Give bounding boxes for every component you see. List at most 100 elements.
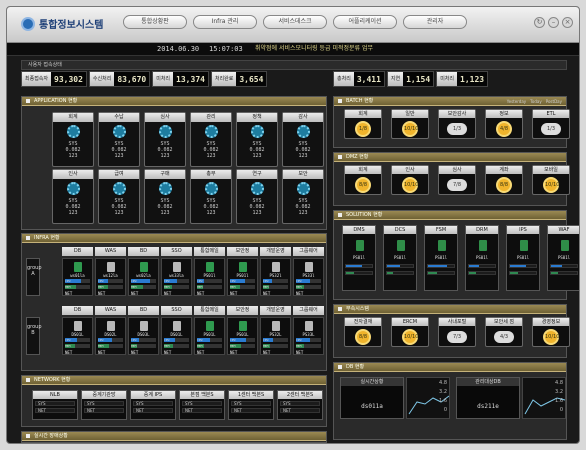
network-tile[interactable]: 중계기관망 SYS NET (81, 390, 127, 420)
batch-tile[interactable]: ETL 1/3 (532, 109, 570, 139)
server-net-label: NET (263, 291, 271, 296)
server-tile[interactable]: ws02la CPU MEM NET (128, 258, 159, 296)
top-bar: 통합정보시스템 통합상황판 Infra 관리 서비스데스크 어플리케이션 관리자 ↻ –… (7, 7, 579, 43)
app-card[interactable]: 급여 SYS 0.082 123 (98, 169, 140, 224)
server-icon (272, 321, 280, 331)
server-tile[interactable]: DS01L CPU MEM NET (62, 317, 93, 355)
relay-tile[interactable]: ERCM 10/10 (391, 317, 429, 347)
server-mem-bar: MEM (65, 285, 90, 289)
dmz-name: 계좌 (486, 166, 522, 174)
batch-tile[interactable]: 회계 1/8 (344, 109, 382, 139)
app-metrics: SYS 0.082 123 (283, 198, 323, 216)
server-tile[interactable]: ws01la CPU MEM NET (62, 258, 93, 296)
solution-tile[interactable]: WAF PS01l (547, 225, 579, 291)
solution-tile[interactable]: DRM PS01l (465, 225, 499, 291)
network-tile[interactable]: NLB SYS NET (32, 390, 78, 420)
network-tile[interactable]: 중계 IPS SYS NET (130, 390, 176, 420)
dmz-title: DMZ 현황 (334, 153, 566, 162)
server-tile[interactable]: DS01L CPU MEM NET (161, 317, 192, 355)
relay-tile[interactable]: 사내포털 7/3 (438, 317, 476, 347)
relay-tile[interactable]: 보안세 점 4/3 (485, 317, 523, 347)
network-tile[interactable]: 1센터 백본S SYS NET (228, 390, 274, 420)
server-name: DS01L (170, 332, 183, 337)
nav-tab[interactable]: 서비스데스크 (263, 15, 327, 29)
batch-tile[interactable]: 정보 4/8 (485, 109, 523, 139)
batch-tile[interactable]: 일반 10/10 (391, 109, 429, 139)
server-tile[interactable]: PS01l CPU MEM NET (194, 258, 225, 296)
server-net-label: NET (263, 350, 271, 355)
nav-tab[interactable]: 통합상황판 (123, 15, 187, 29)
db-left-tick: 1.6 (439, 398, 447, 404)
app-card[interactable]: 심사 SYS 0.082 123 (144, 112, 186, 167)
solution-device: PS01l (434, 255, 448, 260)
solution-cpu-fill (510, 265, 527, 267)
app-card[interactable]: 인사 SYS 0.082 123 (52, 169, 94, 224)
relay-tile[interactable]: 경영정보 10/10 (532, 317, 570, 347)
kpi-cell: 미처리 1,123 (436, 71, 489, 87)
solution-tile[interactable]: DMS PS01l (342, 225, 376, 291)
server-mem-bar: MEM (296, 344, 321, 348)
solution-tile[interactable]: IPS PS01l (506, 225, 540, 291)
dmz-tile[interactable]: 계좌 8/8 (485, 165, 523, 195)
app-card[interactable]: 관리 SYS 0.082 123 (190, 112, 232, 167)
app-metric: 123 (68, 153, 78, 159)
gear-icon (159, 182, 172, 195)
app-card[interactable]: 총무 SYS 0.082 123 (190, 169, 232, 224)
app-card[interactable]: 감사 SYS 0.082 123 (282, 112, 324, 167)
server-tile[interactable]: PS33L CPU MEM NET (293, 317, 324, 355)
app-card[interactable]: 구매 SYS 0.082 123 (144, 169, 186, 224)
ticker-date: 2014.06.30 (157, 45, 200, 53)
server-tile[interactable]: DS02L CPU MEM NET (95, 317, 126, 355)
server-tile[interactable]: ws12la CPU MEM NET (95, 258, 126, 296)
server-bar-label: CPU (197, 279, 203, 283)
dmz-tile[interactable]: 회계 8/8 (344, 165, 382, 195)
relay-tile[interactable]: 전자결재 8/8 (344, 317, 382, 347)
solution-tile[interactable]: DCS PS01l (383, 225, 417, 291)
batch-tile[interactable]: 보안감사 1/3 (438, 109, 476, 139)
app-card[interactable]: 수납 SYS 0.082 123 (98, 112, 140, 167)
refresh-icon[interactable]: ↻ (534, 17, 545, 28)
nav-tab[interactable]: 관리자 (403, 15, 467, 29)
server-mem-bar: MEM (131, 344, 156, 348)
server-tile[interactable]: PS32L CPU MEM NET (260, 317, 291, 355)
infra-column-header: DB (62, 247, 93, 256)
server-tile[interactable]: PS33l CPU MEM NET (293, 258, 324, 296)
server-tile[interactable]: DS03L CPU MEM NET (128, 317, 159, 355)
server-tile[interactable]: PS32l CPU MEM NET (260, 258, 291, 296)
solution-mem-bar (345, 271, 373, 275)
relay-title: 부속시스템 (334, 305, 566, 314)
kpi-label: 총처리 (334, 72, 354, 86)
server-net-label: NET (197, 291, 205, 296)
solution-tile[interactable]: FSM PS01l (424, 225, 458, 291)
relay-name: 사내포털 (439, 318, 475, 326)
nav-tab[interactable]: Infra 관리 (193, 15, 257, 29)
app-name: 인사 (53, 170, 93, 179)
server-tile[interactable]: ws33la CPU MEM NET (161, 258, 192, 296)
infra-column-header: 그룹웨어 (293, 247, 324, 256)
app-metrics: SYS 0.082 123 (191, 141, 231, 159)
dmz-tile[interactable]: 모바일 10/10 (532, 165, 570, 195)
dmz-tile[interactable]: 인사 10/10 (391, 165, 429, 195)
server-net-label: NET (296, 291, 304, 296)
close-icon[interactable]: × (562, 17, 573, 28)
server-name: PS01L (203, 332, 216, 337)
server-tile[interactable]: PS01l CPU MEM NET (227, 258, 258, 296)
app-card[interactable]: 연구 SYS 0.082 123 (236, 169, 278, 224)
solution-mem-fill (469, 272, 476, 274)
solution-device: PS01l (352, 255, 366, 260)
gear-icon (205, 182, 218, 195)
app-name: 감사 (283, 113, 323, 122)
server-tile[interactable]: PS01L CPU MEM NET (227, 317, 258, 355)
minimize-icon[interactable]: – (548, 17, 559, 28)
server-tile[interactable]: PS01L CPU MEM NET (194, 317, 225, 355)
app-card[interactable]: 회계 SYS 0.082 123 (52, 112, 94, 167)
app-card[interactable]: 정책 SYS 0.082 123 (236, 112, 278, 167)
app-card[interactable]: 보안 SYS 0.082 123 (282, 169, 324, 224)
nav-tab[interactable]: 어플리케이션 (333, 15, 397, 29)
dmz-tile[interactable]: 심사 7/8 (438, 165, 476, 195)
app-metric: 123 (298, 153, 308, 159)
network-tile[interactable]: 본점 백본S SYS NET (179, 390, 225, 420)
network-tile[interactable]: 2센터 백본S SYS NET (277, 390, 323, 420)
network-metric: NET (133, 408, 173, 413)
server-bar-label: MEM (65, 344, 71, 348)
